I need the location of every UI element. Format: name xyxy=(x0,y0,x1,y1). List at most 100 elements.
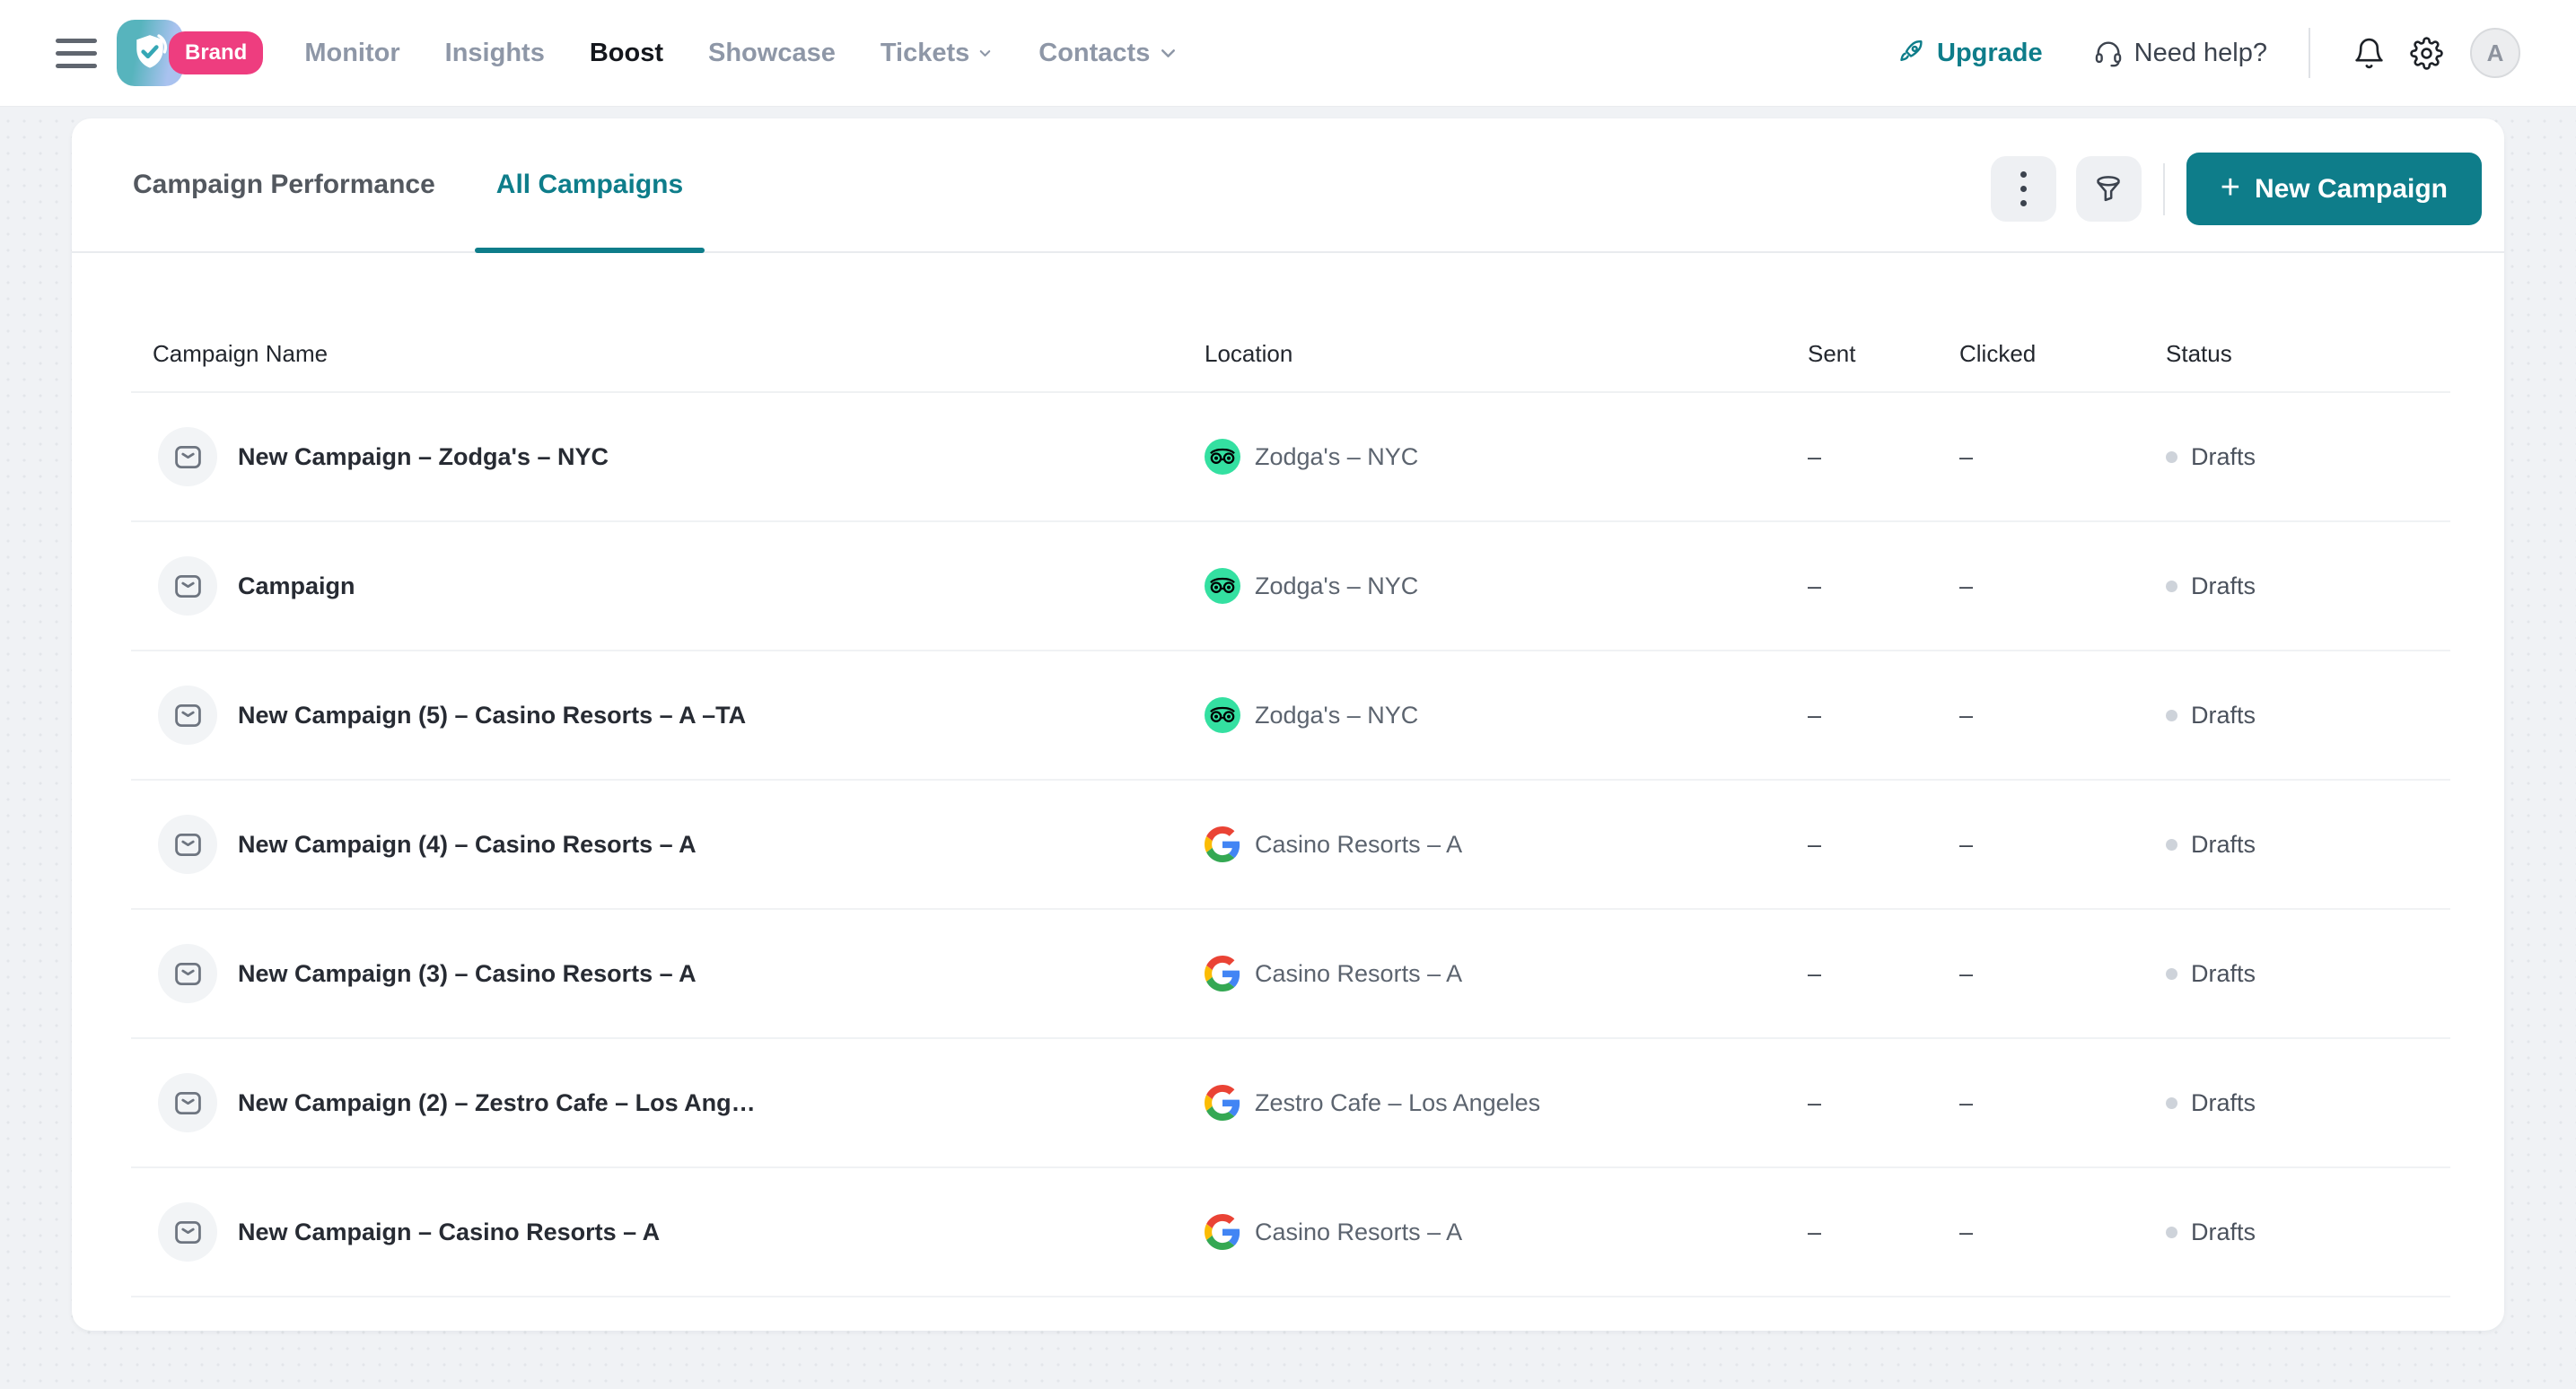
sent-value: – xyxy=(1808,443,1959,471)
table-row[interactable]: New Campaign (4) – Casino Resorts – A xyxy=(131,781,2450,910)
nav-item-label: Monitor xyxy=(304,39,399,68)
location-label: Zodga's – NYC xyxy=(1255,443,1418,471)
table-row[interactable]: New Campaign (5) – Casino Resorts – A –T… xyxy=(131,651,2450,781)
clicked-value: – xyxy=(1959,443,2166,471)
tab-label: Campaign Performance xyxy=(133,170,435,200)
user-avatar[interactable]: A xyxy=(2470,28,2520,78)
email-campaign-circle xyxy=(158,1073,217,1132)
tab-label: All Campaigns xyxy=(496,170,683,200)
envelope-icon xyxy=(171,1087,205,1120)
need-help-link[interactable]: Need help? xyxy=(2093,38,2267,68)
location-label: Zestro Cafe – Los Angeles xyxy=(1255,1089,1540,1117)
campaign-name: New Campaign (3) – Casino Resorts – A xyxy=(238,960,697,988)
table-row[interactable]: New Campaign – Zodga's – NYC xyxy=(131,393,2450,522)
status-dot-icon xyxy=(2166,451,2177,463)
clicked-value: – xyxy=(1959,1089,2166,1117)
location-label: Casino Resorts – A xyxy=(1255,960,1462,988)
status-dot-icon xyxy=(2166,839,2177,851)
campaign-name-cell: New Campaign – Casino Resorts – A xyxy=(131,1202,1205,1262)
upgrade-label: Upgrade xyxy=(1937,39,2043,68)
more-options-button[interactable] xyxy=(1991,156,2056,222)
status-cell: Drafts xyxy=(2166,831,2450,859)
status-dot-icon xyxy=(2166,1097,2177,1109)
nav-item-label: Showcase xyxy=(708,39,836,68)
nav-item-tickets[interactable]: Tickets xyxy=(881,39,994,68)
campaign-name-cell: New Campaign (4) – Casino Resorts – A xyxy=(131,815,1205,874)
location-label: Casino Resorts – A xyxy=(1255,831,1462,859)
status-label: Drafts xyxy=(2191,831,2256,859)
email-campaign-circle xyxy=(158,427,217,486)
status-cell: Drafts xyxy=(2166,1089,2450,1117)
campaign-name-cell: New Campaign (2) – Zestro Cafe – Los Ang… xyxy=(131,1073,1205,1132)
google-icon xyxy=(1205,826,1240,862)
nav-item-boost[interactable]: Boost xyxy=(590,39,663,68)
tab-all-campaigns[interactable]: All Campaigns xyxy=(475,118,705,251)
gear-icon xyxy=(2410,37,2443,70)
email-campaign-circle xyxy=(158,686,217,745)
nav-item-monitor[interactable]: Monitor xyxy=(304,39,399,68)
status-cell: Drafts xyxy=(2166,960,2450,988)
clicked-value: – xyxy=(1959,960,2166,988)
app-logo[interactable]: Brand xyxy=(117,20,263,86)
table-row[interactable]: New Campaign – Casino Resorts – A xyxy=(131,1168,2450,1297)
tab-bar: Campaign Performance All Campaigns + New… xyxy=(72,118,2504,253)
campaign-name: New Campaign – Casino Resorts – A xyxy=(238,1219,660,1246)
nav-item-label: Tickets xyxy=(881,39,969,68)
primary-nav: Monitor Insights Boost Showcase Tickets … xyxy=(304,39,1179,68)
status-cell: Drafts xyxy=(2166,443,2450,471)
envelope-icon xyxy=(171,1216,205,1249)
avatar-initial: A xyxy=(2487,39,2504,67)
nav-item-label: Contacts xyxy=(1038,39,1150,68)
headset-icon xyxy=(2093,38,2124,68)
campaign-name: New Campaign (4) – Casino Resorts – A xyxy=(238,831,697,859)
campaign-name-cell: Campaign xyxy=(131,556,1205,616)
upgrade-link[interactable]: Upgrade xyxy=(1896,38,2043,68)
google-icon xyxy=(1205,956,1240,992)
campaign-name: New Campaign – Zodga's – NYC xyxy=(238,443,609,471)
settings-gear-button[interactable] xyxy=(2405,32,2447,74)
table-row[interactable]: New Campaign (2) – Zestro Cafe – Los Ang… xyxy=(131,1039,2450,1168)
status-dot-icon xyxy=(2166,581,2177,592)
status-label: Drafts xyxy=(2191,572,2256,600)
campaign-name-cell: New Campaign (3) – Casino Resorts – A xyxy=(131,944,1205,1003)
hamburger-menu-icon[interactable] xyxy=(56,39,97,68)
chevron-down-icon xyxy=(977,45,994,62)
location-cell: Zodga's – NYC xyxy=(1205,439,1808,475)
table-row[interactable]: Campaign xyxy=(131,522,2450,651)
sent-value: – xyxy=(1808,702,1959,729)
email-campaign-circle xyxy=(158,1202,217,1262)
status-label: Drafts xyxy=(2191,702,2256,729)
top-navigation-bar: Brand Monitor Insights Boost Showcase Ti… xyxy=(0,0,2576,107)
envelope-icon xyxy=(171,441,205,474)
campaign-name: New Campaign (2) – Zestro Cafe – Los Ang… xyxy=(238,1089,756,1117)
status-label: Drafts xyxy=(2191,1089,2256,1117)
column-header-sent: Sent xyxy=(1808,340,1959,368)
nav-item-contacts[interactable]: Contacts xyxy=(1038,39,1179,68)
email-campaign-circle xyxy=(158,815,217,874)
tripadvisor-icon xyxy=(1205,697,1240,733)
rocket-icon xyxy=(1896,38,1926,68)
filter-button[interactable] xyxy=(2076,156,2142,222)
clicked-value: – xyxy=(1959,572,2166,600)
campaigns-card: Campaign Performance All Campaigns + New… xyxy=(72,118,2504,1331)
plus-icon: + xyxy=(2221,170,2240,205)
sent-value: – xyxy=(1808,960,1959,988)
nav-right-section: Upgrade Need help? A xyxy=(1896,28,2520,78)
new-campaign-button[interactable]: + New Campaign xyxy=(2186,153,2482,225)
sent-value: – xyxy=(1808,1219,1959,1246)
campaign-name-cell: New Campaign (5) – Casino Resorts – A –T… xyxy=(131,686,1205,745)
tab-campaign-performance[interactable]: Campaign Performance xyxy=(111,118,457,251)
column-header-location: Location xyxy=(1205,340,1808,368)
nav-item-showcase[interactable]: Showcase xyxy=(708,39,836,68)
nav-item-insights[interactable]: Insights xyxy=(445,39,545,68)
nav-item-label: Boost xyxy=(590,39,663,68)
notifications-bell-button[interactable] xyxy=(2348,32,2389,74)
envelope-icon xyxy=(171,828,205,861)
location-cell: Zodga's – NYC xyxy=(1205,697,1808,733)
google-icon xyxy=(1205,1214,1240,1250)
status-label: Drafts xyxy=(2191,1219,2256,1246)
status-label: Drafts xyxy=(2191,443,2256,471)
clicked-value: – xyxy=(1959,831,2166,859)
table-row[interactable]: New Campaign (3) – Casino Resorts – A xyxy=(131,910,2450,1039)
status-dot-icon xyxy=(2166,710,2177,721)
